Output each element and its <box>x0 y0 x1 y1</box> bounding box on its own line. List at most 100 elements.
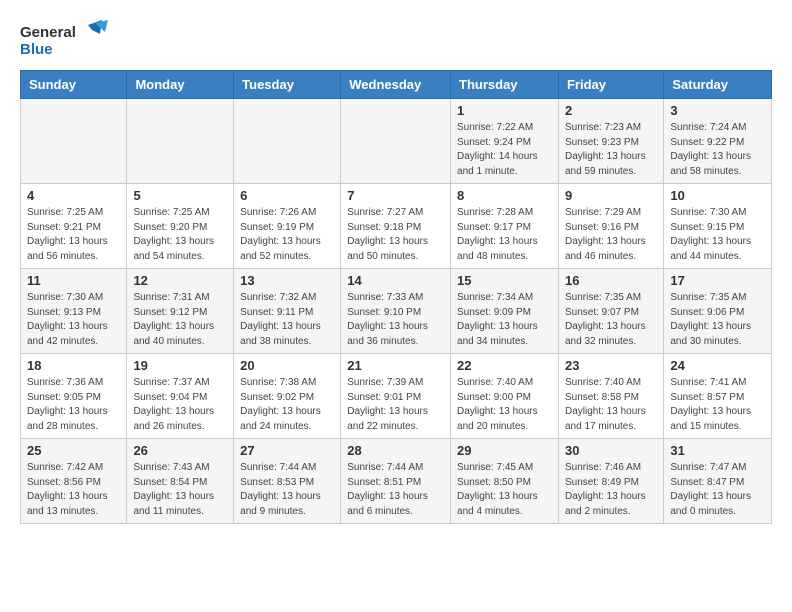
day-number: 12 <box>133 273 227 288</box>
day-header-saturday: Saturday <box>664 71 772 99</box>
day-info: Sunrise: 7:44 AM Sunset: 8:51 PM Dayligh… <box>347 461 444 519</box>
calendar-cell: 1 Sunrise: 7:22 AM Sunset: 9:24 PM Daylig… <box>451 99 559 184</box>
calendar-cell: 21Sunrise: 7:39 AM Sunset: 9:01 PM Dayli… <box>341 354 451 439</box>
week-row-3: 11 Sunrise: 7:30 AM Sunset: 9:13 PM Dayli… <box>21 269 772 354</box>
day-number: 11 <box>27 273 120 288</box>
day-header-wednesday: Wednesday <box>341 71 451 99</box>
logo: GeneralBlue <box>20 20 120 60</box>
calendar-cell: 22 Sunrise: 7:40 AM Sunset: 9:00 PM Dayli… <box>451 354 559 439</box>
day-info: Sunrise: 7:39 AM Sunset: 9:01 PM Dayligh… <box>347 376 444 434</box>
week-row-1: 1 Sunrise: 7:22 AM Sunset: 9:24 PM Daylig… <box>21 99 772 184</box>
day-number: 16 <box>565 273 657 288</box>
day-info: Sunrise: 7:31 AM Sunset: 9:12 PM Dayligh… <box>133 291 227 349</box>
day-number: 30 <box>565 443 657 458</box>
calendar-cell: 27Sunrise: 7:44 AM Sunset: 8:53 PM Dayli… <box>234 439 341 524</box>
calendar-cell: 14 Sunrise: 7:33 AM Sunset: 9:10 PM Dayli… <box>341 269 451 354</box>
calendar-cell: 5 Sunrise: 7:25 AM Sunset: 9:20 PM Daylig… <box>127 184 234 269</box>
day-header-tuesday: Tuesday <box>234 71 341 99</box>
calendar-cell <box>234 99 341 184</box>
calendar-cell: 23 Sunrise: 7:40 AM Sunset: 8:58 PM Dayli… <box>558 354 663 439</box>
calendar-cell: 28 Sunrise: 7:44 AM Sunset: 8:51 PM Dayli… <box>341 439 451 524</box>
day-header-monday: Monday <box>127 71 234 99</box>
calendar-cell: 24Sunrise: 7:41 AM Sunset: 8:57 PM Dayli… <box>664 354 772 439</box>
day-number: 15 <box>457 273 552 288</box>
day-number: 19 <box>133 358 227 373</box>
day-info: Sunrise: 7:47 AM Sunset: 8:47 PM Dayligh… <box>670 461 765 519</box>
calendar-cell: 18 Sunrise: 7:36 AM Sunset: 9:05 PM Dayli… <box>21 354 127 439</box>
day-number: 20 <box>240 358 334 373</box>
day-info: Sunrise: 7:44 AM Sunset: 8:53 PM Dayligh… <box>240 461 334 519</box>
day-info: Sunrise: 7:24 AM Sunset: 9:22 PM Dayligh… <box>670 121 765 179</box>
day-info: Sunrise: 7:22 AM Sunset: 9:24 PM Dayligh… <box>457 121 552 179</box>
day-info: Sunrise: 7:23 AM Sunset: 9:23 PM Dayligh… <box>565 121 657 179</box>
day-info: Sunrise: 7:29 AM Sunset: 9:16 PM Dayligh… <box>565 206 657 264</box>
day-number: 18 <box>27 358 120 373</box>
day-number: 8 <box>457 188 552 203</box>
calendar-cell <box>127 99 234 184</box>
calendar-cell: 31 Sunrise: 7:47 AM Sunset: 8:47 PM Dayli… <box>664 439 772 524</box>
day-number: 1 <box>457 103 552 118</box>
day-info: Sunrise: 7:45 AM Sunset: 8:50 PM Dayligh… <box>457 461 552 519</box>
day-number: 28 <box>347 443 444 458</box>
calendar-cell: 10 Sunrise: 7:30 AM Sunset: 9:15 PM Dayli… <box>664 184 772 269</box>
day-info: Sunrise: 7:36 AM Sunset: 9:05 PM Dayligh… <box>27 376 120 434</box>
calendar-cell: 12 Sunrise: 7:31 AM Sunset: 9:12 PM Dayli… <box>127 269 234 354</box>
day-number: 25 <box>27 443 120 458</box>
day-info: Sunrise: 7:28 AM Sunset: 9:17 PM Dayligh… <box>457 206 552 264</box>
day-number: 23 <box>565 358 657 373</box>
calendar-cell: 3 Sunrise: 7:24 AM Sunset: 9:22 PM Daylig… <box>664 99 772 184</box>
calendar-cell <box>341 99 451 184</box>
day-number: 4 <box>27 188 120 203</box>
day-number: 17 <box>670 273 765 288</box>
calendar-cell: 16 Sunrise: 7:35 AM Sunset: 9:07 PM Dayli… <box>558 269 663 354</box>
day-number: 9 <box>565 188 657 203</box>
calendar-cell: 29 Sunrise: 7:45 AM Sunset: 8:50 PM Dayli… <box>451 439 559 524</box>
day-number: 22 <box>457 358 552 373</box>
week-row-5: 25 Sunrise: 7:42 AM Sunset: 8:56 PM Dayli… <box>21 439 772 524</box>
day-number: 6 <box>240 188 334 203</box>
day-headers-row: SundayMondayTuesdayWednesdayThursdayFrid… <box>21 71 772 99</box>
day-info: Sunrise: 7:30 AM Sunset: 9:13 PM Dayligh… <box>27 291 120 349</box>
calendar-cell: 25 Sunrise: 7:42 AM Sunset: 8:56 PM Dayli… <box>21 439 127 524</box>
calendar-cell: 26Sunrise: 7:43 AM Sunset: 8:54 PM Dayli… <box>127 439 234 524</box>
day-info: Sunrise: 7:30 AM Sunset: 9:15 PM Dayligh… <box>670 206 765 264</box>
day-info: Sunrise: 7:27 AM Sunset: 9:18 PM Dayligh… <box>347 206 444 264</box>
day-info: Sunrise: 7:46 AM Sunset: 8:49 PM Dayligh… <box>565 461 657 519</box>
calendar-cell: 30 Sunrise: 7:46 AM Sunset: 8:49 PM Dayli… <box>558 439 663 524</box>
calendar-cell <box>21 99 127 184</box>
calendar-cell: 19 Sunrise: 7:37 AM Sunset: 9:04 PM Dayli… <box>127 354 234 439</box>
day-header-thursday: Thursday <box>451 71 559 99</box>
day-info: Sunrise: 7:43 AM Sunset: 8:54 PM Dayligh… <box>133 461 227 519</box>
day-info: Sunrise: 7:42 AM Sunset: 8:56 PM Dayligh… <box>27 461 120 519</box>
day-info: Sunrise: 7:25 AM Sunset: 9:20 PM Dayligh… <box>133 206 227 264</box>
day-number: 13 <box>240 273 334 288</box>
day-number: 31 <box>670 443 765 458</box>
day-number: 14 <box>347 273 444 288</box>
calendar-cell: 2 Sunrise: 7:23 AM Sunset: 9:23 PM Daylig… <box>558 99 663 184</box>
calendar-cell: 7Sunrise: 7:27 AM Sunset: 9:18 PM Daylig… <box>341 184 451 269</box>
day-number: 5 <box>133 188 227 203</box>
day-number: 29 <box>457 443 552 458</box>
day-info: Sunrise: 7:25 AM Sunset: 9:21 PM Dayligh… <box>27 206 120 264</box>
day-info: Sunrise: 7:40 AM Sunset: 9:00 PM Dayligh… <box>457 376 552 434</box>
calendar-cell: 13 Sunrise: 7:32 AM Sunset: 9:11 PM Dayli… <box>234 269 341 354</box>
day-number: 3 <box>670 103 765 118</box>
calendar-cell: 11 Sunrise: 7:30 AM Sunset: 9:13 PM Dayli… <box>21 269 127 354</box>
day-number: 24 <box>670 358 765 373</box>
day-number: 10 <box>670 188 765 203</box>
day-info: Sunrise: 7:40 AM Sunset: 8:58 PM Dayligh… <box>565 376 657 434</box>
day-info: Sunrise: 7:32 AM Sunset: 9:11 PM Dayligh… <box>240 291 334 349</box>
calendar-cell: 8 Sunrise: 7:28 AM Sunset: 9:17 PM Daylig… <box>451 184 559 269</box>
day-info: Sunrise: 7:26 AM Sunset: 9:19 PM Dayligh… <box>240 206 334 264</box>
day-info: Sunrise: 7:38 AM Sunset: 9:02 PM Dayligh… <box>240 376 334 434</box>
day-info: Sunrise: 7:33 AM Sunset: 9:10 PM Dayligh… <box>347 291 444 349</box>
day-header-friday: Friday <box>558 71 663 99</box>
calendar-table: SundayMondayTuesdayWednesdayThursdayFrid… <box>20 70 772 524</box>
calendar-cell: 4 Sunrise: 7:25 AM Sunset: 9:21 PM Daylig… <box>21 184 127 269</box>
day-info: Sunrise: 7:37 AM Sunset: 9:04 PM Dayligh… <box>133 376 227 434</box>
day-number: 2 <box>565 103 657 118</box>
day-header-sunday: Sunday <box>21 71 127 99</box>
calendar-cell: 15Sunrise: 7:34 AM Sunset: 9:09 PM Dayli… <box>451 269 559 354</box>
day-info: Sunrise: 7:35 AM Sunset: 9:07 PM Dayligh… <box>565 291 657 349</box>
calendar-cell: 6 Sunrise: 7:26 AM Sunset: 9:19 PM Daylig… <box>234 184 341 269</box>
